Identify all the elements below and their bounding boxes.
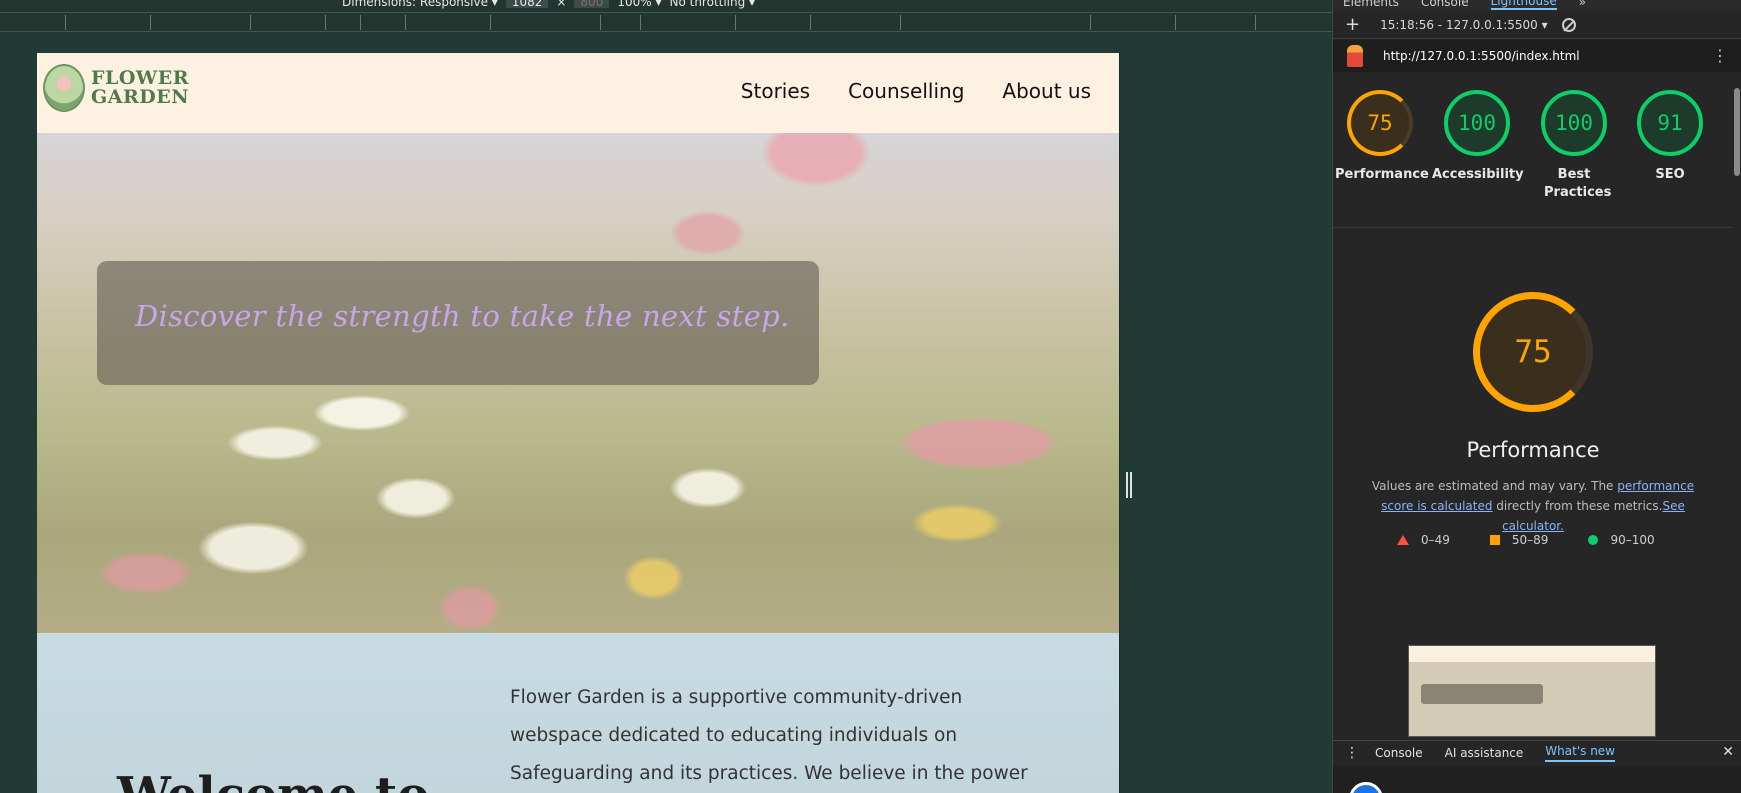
gauge-performance[interactable]: 75 Performance — [1335, 90, 1429, 184]
tab-console[interactable]: Console — [1421, 0, 1469, 9]
nav-counselling[interactable]: Counselling — [848, 79, 964, 103]
height-input[interactable]: 800 — [574, 0, 610, 8]
legend-pass: 90–100 — [1588, 533, 1655, 547]
tab-lighthouse[interactable]: Lighthouse — [1490, 0, 1557, 10]
width-input[interactable]: 1082 — [505, 0, 549, 8]
panel-scrollbar[interactable] — [1734, 88, 1740, 176]
legend-fail-range: 0–49 — [1421, 533, 1450, 547]
performance-main-gauge: 75 — [1473, 292, 1593, 412]
close-drawer-icon[interactable]: ✕ — [1722, 744, 1734, 760]
score-value: 100 — [1444, 90, 1510, 156]
legend-pass-range: 90–100 — [1610, 533, 1655, 547]
hero-section: Discover the strength to take the next s… — [37, 133, 1119, 633]
score-gauges: 75 Performance 100 Accessibility 100 Bes… — [1333, 72, 1733, 228]
gauge-accessibility[interactable]: 100 Accessibility — [1432, 90, 1524, 184]
emulated-viewport: FLOWER GARDEN Stories Counselling About … — [37, 53, 1120, 793]
score-label: Performance — [1335, 167, 1429, 182]
more-tabs[interactable]: » — [1579, 0, 1586, 9]
kebab-menu-icon[interactable]: ⋮ — [1712, 46, 1728, 65]
site-logo[interactable]: FLOWER GARDEN — [43, 64, 189, 112]
viewport-resize-handle[interactable] — [1126, 472, 1132, 498]
nav-stories[interactable]: Stories — [741, 79, 810, 103]
times-sign: × — [556, 0, 567, 9]
note-prefix: Values are estimated and may vary. The — [1371, 479, 1618, 493]
drawer-menu-icon[interactable]: ⋮ — [1345, 745, 1359, 761]
zoom-dropdown[interactable]: 100% ▾ — [617, 0, 661, 8]
nav-about-us[interactable]: About us — [1002, 79, 1091, 103]
gauge-seo[interactable]: 91 SEO — [1625, 90, 1715, 184]
new-report-icon[interactable]: + — [1345, 14, 1360, 35]
circle-icon — [1588, 535, 1599, 545]
score-label: SEO — [1655, 167, 1685, 182]
logo-line-2: GARDEN — [91, 86, 190, 108]
hero-quote: Discover the strength to take the next s… — [135, 299, 790, 333]
score-value: 75 — [1347, 90, 1413, 156]
drawer-body — [1333, 766, 1741, 793]
score-value: 100 — [1541, 90, 1607, 156]
performance-note: Values are estimated and may vary. The p… — [1363, 476, 1703, 536]
thumbnail-header — [1409, 646, 1655, 662]
flower-logo-icon — [43, 64, 85, 112]
site-header: FLOWER GARDEN Stories Counselling About … — [37, 53, 1119, 133]
report-session-dropdown[interactable]: 15:18:56 - 127.0.0.1:5500 ▾ — [1380, 18, 1548, 32]
device-dimensions: Dimensions: Responsive ▾ 1082 × 800 100%… — [342, 0, 755, 8]
drawer-tab-console[interactable]: Console — [1375, 746, 1423, 760]
thumbnail-card — [1421, 684, 1543, 704]
drawer-tab-whats-new[interactable]: What's new — [1545, 744, 1615, 762]
media-query-ruler — [0, 12, 1332, 32]
lighthouse-icon — [1347, 45, 1363, 67]
square-icon — [1489, 535, 1500, 545]
about-heading: Welcome to — [117, 767, 429, 793]
throttling-dropdown[interactable]: No throttling ▾ — [669, 0, 755, 8]
hero-quote-card: Discover the strength to take the next s… — [97, 261, 819, 385]
score-legend: 0–49 50–89 90–100 — [1397, 533, 1655, 547]
triangle-icon — [1397, 535, 1409, 545]
tab-elements[interactable]: Elements — [1343, 0, 1399, 9]
clear-icon[interactable] — [1561, 17, 1576, 32]
gauge-best-practices[interactable]: 100 Best Practices — [1529, 90, 1619, 202]
page-screenshot-thumbnail[interactable] — [1408, 645, 1656, 737]
devtools-tabs: Elements Console Lighthouse » — [1333, 0, 1741, 10]
devtools-panel: Elements Console Lighthouse » + 15:18:56… — [1332, 0, 1741, 793]
score-label: Best Practices — [1544, 167, 1612, 200]
legend-average-range: 50–89 — [1511, 533, 1549, 547]
score-value: 91 — [1637, 90, 1703, 156]
legend-average: 50–89 — [1489, 533, 1549, 547]
flower-garden-page: FLOWER GARDEN Stories Counselling About … — [37, 53, 1119, 793]
report-url: http://127.0.0.1:5500/index.html — [1383, 49, 1580, 63]
whats-new-badge-icon — [1349, 782, 1383, 793]
drawer-tab-ai-assistance[interactable]: AI assistance — [1445, 746, 1524, 760]
legend-fail: 0–49 — [1397, 533, 1450, 547]
score-label: Accessibility — [1432, 167, 1524, 182]
devtools-drawer: ⋮ Console AI assistance What's new ✕ — [1333, 740, 1741, 765]
logo-text: FLOWER GARDEN — [91, 69, 189, 107]
about-section: Flower Garden is a supportive community-… — [37, 633, 1119, 793]
site-nav: Stories Counselling About us — [741, 79, 1091, 103]
report-url-bar: http://127.0.0.1:5500/index.html ⋮ — [1333, 40, 1741, 72]
performance-title: Performance — [1466, 438, 1600, 462]
device-toolbar: Dimensions: Responsive ▾ 1082 × 800 100%… — [0, 0, 1332, 12]
dimensions-dropdown[interactable]: Dimensions: Responsive ▾ — [342, 0, 498, 8]
lighthouse-toolbar: + 15:18:56 - 127.0.0.1:5500 ▾ — [1333, 11, 1741, 39]
about-text: Flower Garden is a supportive community-… — [510, 687, 1028, 784]
note-middle: directly from these metrics. — [1492, 499, 1663, 513]
